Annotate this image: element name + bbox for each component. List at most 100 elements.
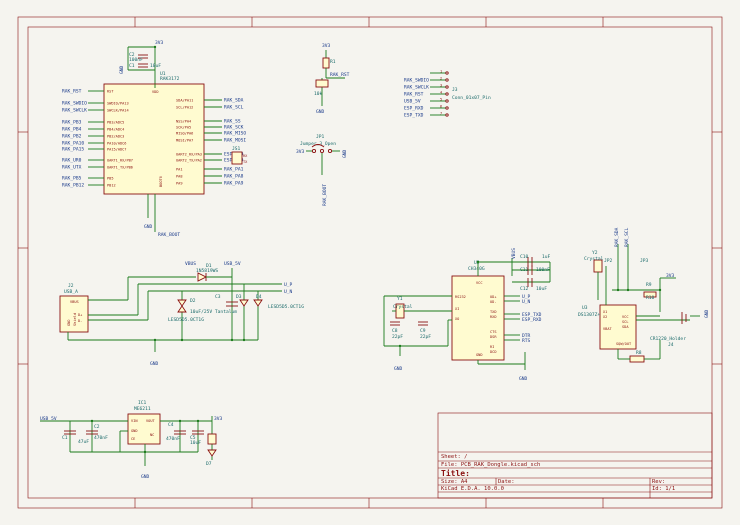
rst-gnd: GND (316, 109, 325, 115)
ds-pin-x2: X2 (603, 315, 607, 319)
js1-ref: JS1 (232, 146, 241, 152)
rail-3v3-top: 3V3 (155, 40, 164, 46)
usb-value: USB_A (64, 289, 78, 295)
title-file: File: PCB_RAK_Dongle.kicad_sch (441, 462, 540, 468)
j3-net: USB_5V (404, 99, 421, 105)
rak-left-pin: PB2/ADC3 (107, 134, 124, 138)
rak-right-pin: MISO/PA6 (176, 131, 193, 135)
jp1-value: Jumper_3_Open (300, 141, 336, 147)
diode-d1 (197, 272, 208, 282)
j3-connector[interactable]: J3 Conn_01x07_Pin (452, 87, 491, 101)
ldo-c1-ref: C1 (62, 435, 68, 441)
rak-left-pin: SWCLK/PA14 (107, 108, 129, 112)
rak-left-pin: PA15/ADC7 (107, 147, 126, 151)
ds-y2-value: Crystal (584, 256, 604, 262)
j3-pin-num: 7 (440, 111, 442, 115)
ch340-pin-xo: XO (455, 317, 459, 321)
ch340-pin-txd: TXD (490, 310, 497, 314)
rak-boot-net: RAK_BOOT (158, 232, 180, 238)
j3-pin-pad (445, 113, 449, 117)
top-decoupling-caps: C2 100nF C1 10uF 3V3 GND (119, 40, 164, 88)
ch340-ref: U2 (474, 260, 480, 266)
ds-pin-sqw: SQW/OUT (616, 342, 632, 346)
rak-left-net: RAK_PB4 (62, 127, 82, 133)
j3-pin-num: 2 (440, 76, 442, 80)
j3-pin-num: 1 (440, 69, 442, 73)
usb-pin-shield: Shield (73, 313, 77, 326)
j3-net: RAK_RST (404, 92, 424, 98)
rak-left-pin: PB3/ADC5 (107, 120, 124, 124)
rak-left-pin: PA10/ADC6 (107, 141, 126, 145)
j3-value: Conn_01x07_Pin (452, 95, 491, 101)
title-id: Id: 1/1 (652, 486, 675, 492)
ch340-section[interactable]: U2 CH340G RS232 XI XO UD+ UD- TXD RXD CT… (383, 248, 551, 382)
ldo-section[interactable]: IC1 ME6211 VIN VOUT GND CE NC USB_5V 3V3… (40, 400, 223, 480)
ch340-gnd: GND (519, 376, 528, 382)
usb-c3-value: 10uF/25V Tantalum (190, 309, 237, 315)
ldo-pin-nc: NC (150, 433, 154, 437)
ch340-c11-ref: C11 (520, 267, 529, 273)
rak-left-net: RAK_PA10 (62, 141, 84, 147)
ds-pin-vbat: VBAT (603, 327, 612, 331)
ds-pin-x1: X1 (603, 310, 607, 314)
usb-input-section[interactable]: J2 USB_A VBUS D+ D- GND Shield VBUS USB_… (59, 261, 304, 367)
ds-pin-scl: SCL (622, 320, 629, 324)
rak-left-net: RAK_PB3 (62, 120, 82, 126)
rak-right-pin: SDA/PA11 (176, 98, 193, 102)
rak-right-pin: SCK/PA5 (176, 125, 191, 129)
rak-value: RAK3172 (160, 76, 180, 82)
rak-left-net: RAK_PB2 (62, 134, 82, 140)
rak-right-net: RAK_SS (224, 119, 241, 125)
ldo-value: ME6211 (134, 406, 151, 412)
js1-header[interactable]: JS1 RX TX (231, 146, 248, 165)
j3-pin-pad (445, 106, 449, 110)
j3-net: ESP_RXD (404, 106, 424, 112)
ch340-pin-udp: UD+ (490, 295, 497, 299)
usb-c3-ref: C3 (215, 294, 221, 300)
ds-value: DS1307Z+ (578, 312, 600, 318)
rst-net-label: RAK_RST (330, 72, 350, 78)
gnd-top-label: GND (119, 65, 125, 74)
usb-d1-value: 1N5819WS (196, 268, 218, 274)
rak-vdd-pin: VDD (152, 90, 159, 94)
jp1-left: 3V3 (296, 149, 305, 155)
ch340-c12-ref: C12 (520, 286, 529, 292)
rak-left-net: RAK_PB5 (62, 176, 82, 182)
ch340-net-un: U_N (522, 299, 531, 305)
ldo-pin-gnd: GND (131, 429, 138, 433)
j3-net: RAK_SWCLK (404, 85, 429, 91)
usb-pin-gnd: GND (67, 320, 71, 327)
rak-right-pin: PA8 (176, 174, 183, 178)
ldo-c1-value: 47uF (78, 439, 89, 445)
rak-left-pin: SWDIO/PA13 (107, 101, 129, 105)
j3-pin-pad (445, 92, 449, 96)
ch340-y1-value: Crystal (393, 304, 413, 310)
ch340-c9-ref: C9 (420, 328, 426, 334)
ch340-net-rts: RTS (522, 338, 531, 344)
title-sheet: Sheet: / (441, 454, 468, 460)
jp1-ref: JP1 (316, 134, 325, 140)
ds-y2-ref: Y2 (592, 250, 598, 256)
ch340-pin-cts: CTS (490, 330, 497, 334)
jp1-jumper[interactable]: JP1 Jumper_3_Open 3V3 GND RAK_BOOT (296, 134, 348, 206)
ch340-c8-value: 22pF (392, 334, 403, 340)
title-date: Date: (498, 479, 515, 485)
ldo-led-ref: D7 (206, 461, 212, 467)
rtc-section[interactable]: U3 DS1307Z+ X1 X2 VBAT VCC SCL SDA SQW/O… (578, 227, 710, 363)
ds-gnd: GND (704, 309, 710, 318)
ds-net-scl: RAK_SCL (624, 227, 630, 247)
rak-left-pin: UART1_TX/PB6 (107, 165, 133, 169)
ldo-pin-vout: VOUT (146, 419, 155, 423)
rak-right-pin: UART2_RX/PA3 (176, 152, 202, 156)
ch340-pin-dsr: DSR (490, 335, 497, 339)
title-kicad: KiCad E.D.A. 10.0.0 (441, 486, 504, 492)
rak-left-net: RAK_UR0 (62, 158, 82, 164)
ch340-pin-ri: RI (490, 345, 494, 349)
ds-r10-ref: R10 (646, 295, 655, 301)
reset-pullup[interactable]: 3V3 R1 RAK_RST 10k GND (314, 43, 350, 115)
schematic-sheet: C2 100nF C1 10uF 3V3 GND U1 RAK3172 VDD … (17, 16, 723, 509)
ch340-net-rxd: ESP_RXD (522, 317, 542, 323)
title-size: Size: A4 (441, 479, 468, 485)
ldo-ref: IC1 (138, 400, 147, 406)
j3-net: ESP_TXD (404, 113, 424, 119)
